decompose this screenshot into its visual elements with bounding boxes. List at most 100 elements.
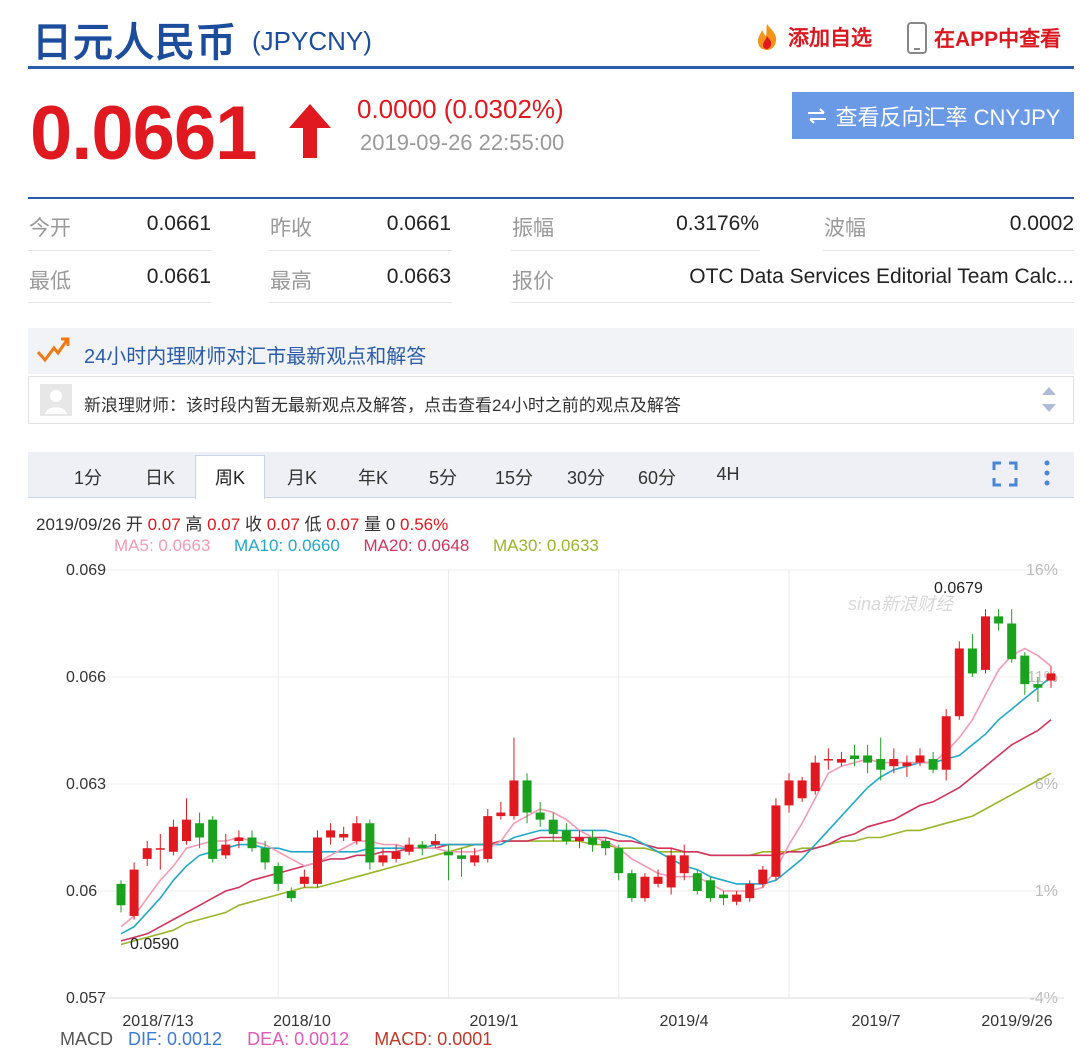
candle xyxy=(286,891,296,899)
candle xyxy=(561,830,571,842)
trend-icon xyxy=(36,337,70,363)
candle xyxy=(522,780,532,813)
reverse-rate-button[interactable]: 查看反向汇率 CNYJPY xyxy=(792,92,1074,139)
fullscreen-icon[interactable] xyxy=(992,461,1018,487)
candle xyxy=(299,876,309,884)
scroll-arrows-icon[interactable] xyxy=(1040,383,1058,417)
x-tick-label: 2019/1 xyxy=(470,1013,519,1030)
flame-icon xyxy=(758,24,777,50)
header-divider xyxy=(28,66,1074,69)
candle xyxy=(548,819,558,834)
stat-label-source: 报价 xyxy=(512,270,554,293)
candle xyxy=(195,823,205,838)
dea-value: DEA: 0.0012 xyxy=(247,1029,350,1049)
more-menu-icon[interactable] xyxy=(1041,459,1053,487)
stat-divider xyxy=(269,250,452,251)
y-tick-label: 0.066 xyxy=(66,669,106,686)
candle xyxy=(443,851,453,856)
stat-label-amplitude: 振幅 xyxy=(512,217,554,240)
ma5-line xyxy=(120,647,1052,928)
candle xyxy=(1020,655,1030,685)
tab-monthly[interactable]: 月K xyxy=(272,464,332,490)
stat-divider xyxy=(511,250,760,251)
candlestick-chart[interactable]: 0.069 16%0.066 11%0.063 6%0.06 1%0.057 -4%201… xyxy=(0,555,1080,1030)
phone-icon xyxy=(907,22,927,54)
info-volume-label: 量 xyxy=(364,515,382,534)
tab-60min[interactable]: 60分 xyxy=(627,464,687,490)
max-label: 0.0679 xyxy=(934,580,983,597)
quote-timestamp: 2019-09-26 22:55:00 xyxy=(360,130,565,155)
tab-weekly[interactable]: 周K xyxy=(200,464,260,490)
candle xyxy=(483,816,493,859)
stat-label-range: 波幅 xyxy=(824,217,866,240)
candle xyxy=(1046,673,1056,681)
stat-label-high: 最高 xyxy=(270,270,312,293)
stat-value-high: 0.0663 xyxy=(386,265,451,288)
add-favorite-link[interactable]: 添加自选 xyxy=(752,22,872,52)
macd-title: MACD xyxy=(60,1029,113,1049)
tab-5min[interactable]: 5分 xyxy=(413,464,473,490)
x-tick-label: 2018/7/13 xyxy=(122,1013,193,1030)
swap-icon xyxy=(807,107,826,124)
advisor-title[interactable]: 24小时内理财师对汇市最新观点和解答 xyxy=(84,340,426,369)
candle xyxy=(601,841,611,849)
tab-daily[interactable]: 日K xyxy=(130,464,190,490)
candle xyxy=(889,759,899,767)
tab-1min[interactable]: 1分 xyxy=(58,464,118,490)
page-title: 日元人民币 xyxy=(32,21,237,65)
add-favorite-label: 添加自选 xyxy=(788,27,872,50)
candle xyxy=(915,755,925,763)
stat-divider xyxy=(269,302,452,303)
stat-value-amplitude: 0.3176% xyxy=(676,212,759,235)
stat-value-prev-close: 0.0661 xyxy=(386,212,451,235)
candle xyxy=(692,873,702,891)
candle xyxy=(430,841,440,845)
ma30-line xyxy=(120,772,1052,946)
view-in-app-link[interactable]: 在APP中查看 xyxy=(906,22,1061,54)
candle xyxy=(457,855,467,859)
y-tick-label: 0.069 xyxy=(66,562,106,579)
candle xyxy=(627,873,637,899)
stat-value-open: 0.0661 xyxy=(146,212,211,235)
candle xyxy=(902,762,912,767)
stat-value-source: OTC Data Services Editorial Team Calc... xyxy=(689,265,1074,288)
candle xyxy=(116,883,126,906)
tab-yearly[interactable]: 年K xyxy=(343,464,403,490)
info-low: 0.07 xyxy=(326,515,360,534)
stat-divider xyxy=(28,302,211,303)
candle xyxy=(771,805,781,877)
candle xyxy=(496,812,506,817)
candle-info: 2019/09/26 开 0.07 高 0.07 收 0.07 低 0.07 量… xyxy=(36,510,448,535)
advisor-message[interactable]: 新浪理财师：该时段内暂无最新观点及解答，点击查看24小时之前的观点及解答 xyxy=(84,391,681,416)
candle xyxy=(954,648,964,717)
tab-30min[interactable]: 30分 xyxy=(556,464,616,490)
candle xyxy=(273,866,283,884)
stat-label-low: 最低 xyxy=(29,270,71,293)
candle xyxy=(666,855,676,888)
x-tick-label: 2019/7 xyxy=(852,1013,901,1030)
tab-4h[interactable]: 4H xyxy=(698,464,758,485)
candle xyxy=(967,648,977,674)
price-change: 0.0000 (0.0302%) xyxy=(357,94,564,124)
candle xyxy=(221,844,231,856)
candle xyxy=(260,848,270,863)
x-tick-label: 2019/4 xyxy=(660,1013,709,1030)
reverse-rate-label: 查看反向汇率 CNYJPY xyxy=(835,104,1061,130)
candle xyxy=(732,894,742,902)
candle xyxy=(823,759,833,761)
ma-legend: MA5: 0.0663 MA10: 0.0660 MA20: 0.0648 MA… xyxy=(114,536,599,556)
tab-15min[interactable]: 15分 xyxy=(484,464,544,490)
stat-label-open: 今开 xyxy=(29,217,71,240)
dif-value: DIF: 0.0012 xyxy=(128,1029,223,1049)
candle xyxy=(719,894,729,899)
stat-value-low: 0.0661 xyxy=(146,265,211,288)
candle xyxy=(234,837,244,842)
candle xyxy=(142,848,152,859)
candle xyxy=(404,844,414,852)
candle xyxy=(470,855,480,863)
candle xyxy=(509,780,519,817)
info-open-label: 开 xyxy=(125,515,143,534)
x-tick-label: 2018/10 xyxy=(273,1013,331,1030)
candle xyxy=(312,837,322,884)
stat-label-prev-close: 昨收 xyxy=(270,217,312,240)
